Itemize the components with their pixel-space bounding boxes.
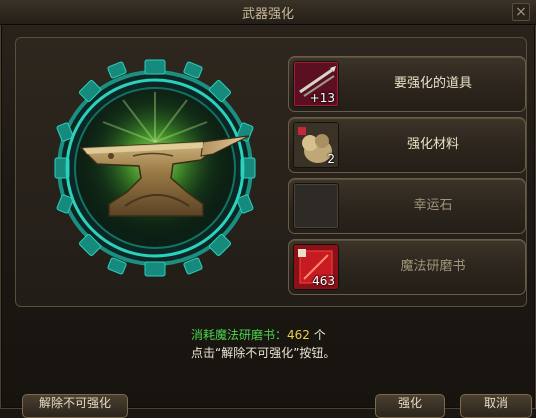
cost-info: 消耗魔法研磨书：462 个 点击“解除不可强化”按钮。 xyxy=(191,326,335,362)
unlock-enhance-button[interactable]: 解除不可强化 xyxy=(22,394,128,418)
slot-material[interactable]: 2 强化材料 xyxy=(288,117,526,173)
anvil-gear-artwork xyxy=(53,56,257,284)
slot-label-lucky-stone: 幸运石 xyxy=(413,198,453,213)
window-title: 武器强化 xyxy=(241,7,294,22)
magic-book-count: 463 xyxy=(312,274,335,288)
slot-magic-book[interactable]: 463 魔法研磨书 xyxy=(288,239,526,295)
weapon-icon[interactable]: +13 xyxy=(293,61,339,107)
enhance-button[interactable]: 强化 xyxy=(375,394,445,418)
gear-icon xyxy=(54,59,256,277)
material-bag-icon[interactable]: 2 xyxy=(293,122,339,168)
cancel-button[interactable]: 取消 xyxy=(460,394,532,418)
close-icon: × xyxy=(515,4,527,20)
close-button[interactable]: × xyxy=(512,3,530,21)
item-enhance-level: +13 xyxy=(309,91,335,105)
cost-label: 消耗魔法研磨书： xyxy=(191,328,288,342)
slot-label-item: 要强化的道具 xyxy=(393,76,472,91)
magic-book-icon[interactable]: 463 xyxy=(293,244,339,290)
cost-unit: 个 xyxy=(309,328,326,342)
cost-value: 462 xyxy=(287,328,310,342)
slot-lucky-stone[interactable]: 幸运石 xyxy=(288,178,526,234)
slot-label-magic-book: 魔法研磨书 xyxy=(400,259,466,274)
empty-slot-icon[interactable] xyxy=(293,183,339,229)
slot-item-to-enhance[interactable]: +13 要强化的道具 xyxy=(288,56,526,112)
cost-line: 消耗魔法研磨书：462 个 xyxy=(191,326,335,344)
hint-text: 点击“解除不可强化”按钮。 xyxy=(191,346,336,360)
title-bar[interactable]: 武器强化 × xyxy=(0,0,536,25)
material-count: 2 xyxy=(327,152,335,166)
slot-label-material: 强化材料 xyxy=(406,137,459,152)
